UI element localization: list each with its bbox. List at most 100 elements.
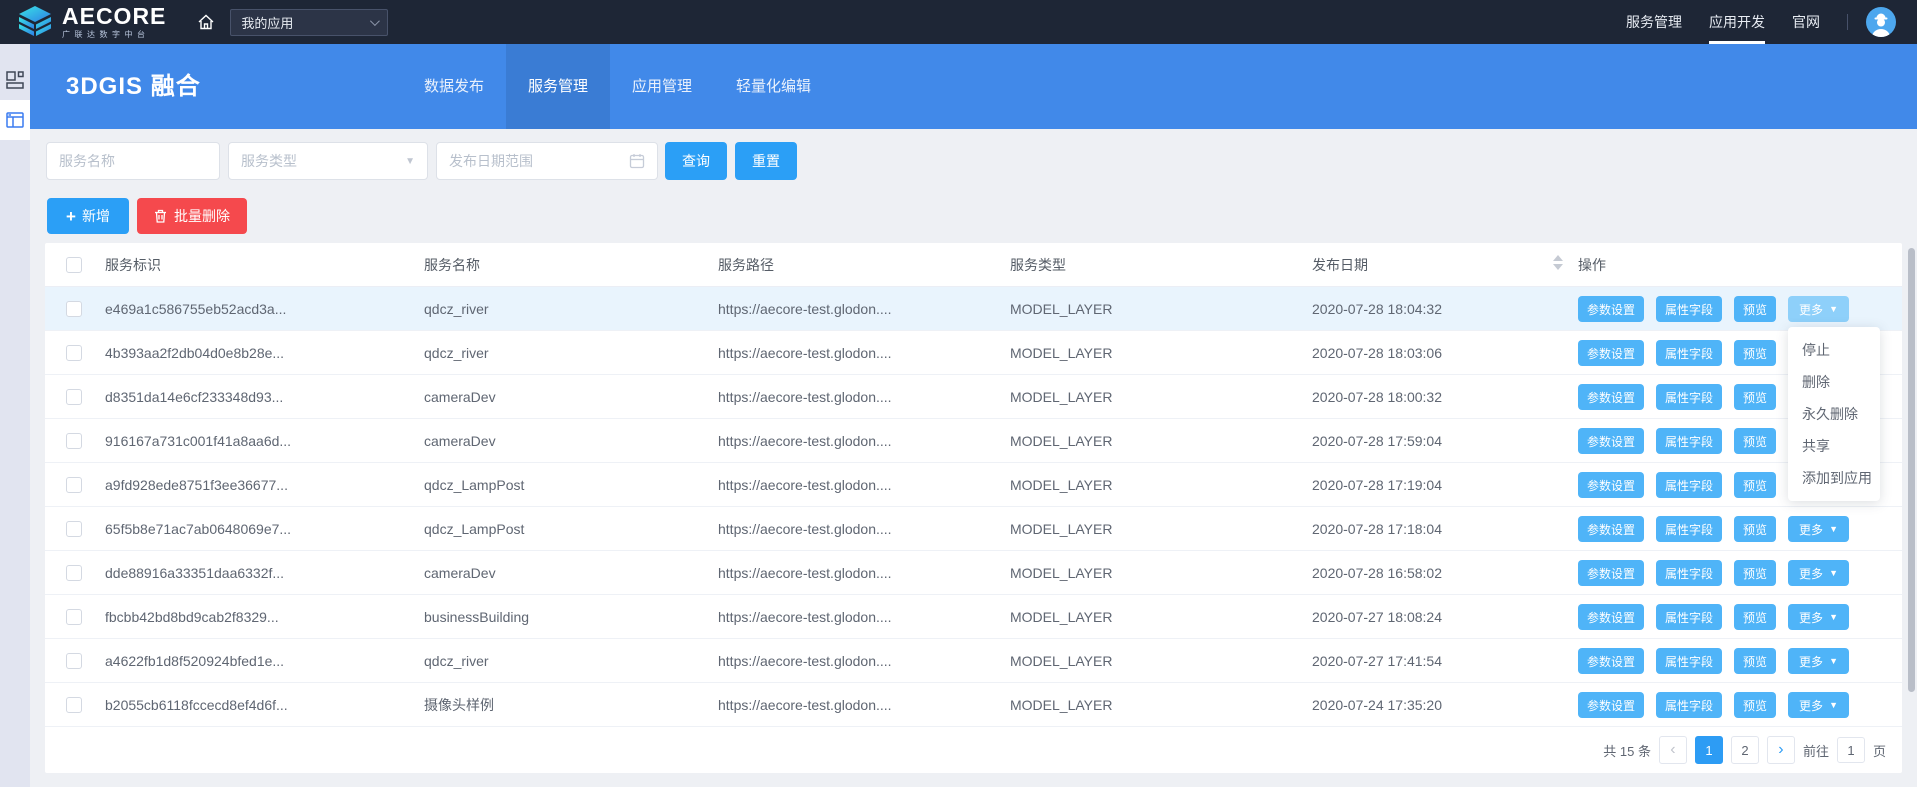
- page-button-2[interactable]: 2: [1731, 736, 1759, 764]
- publish-date-range-picker[interactable]: 发布日期范围: [436, 142, 658, 180]
- topnav-item-service-mgmt[interactable]: 服务管理: [1626, 0, 1682, 44]
- param-settings-button[interactable]: 参数设置: [1578, 340, 1644, 366]
- tab-service-mgmt[interactable]: 服务管理: [506, 44, 610, 129]
- row-checkbox[interactable]: [66, 301, 82, 317]
- table-row[interactable]: b2055cb6118fccecd8ef4d6f... 摄像头样例 https:…: [45, 683, 1902, 727]
- param-settings-button[interactable]: 参数设置: [1578, 648, 1644, 674]
- table-header-row: 服务标识 服务名称 服务路径 服务类型 发布日期 操作: [45, 243, 1902, 287]
- table-row[interactable]: e469a1c586755eb52acd3a... qdcz_river htt…: [45, 287, 1902, 331]
- more-button[interactable]: 更多▼: [1788, 648, 1849, 674]
- row-checkbox[interactable]: [66, 389, 82, 405]
- add-button[interactable]: + 新增: [47, 198, 129, 234]
- attribute-fields-button[interactable]: 属性字段: [1656, 340, 1722, 366]
- attribute-fields-button[interactable]: 属性字段: [1656, 516, 1722, 542]
- param-settings-button[interactable]: 参数设置: [1578, 560, 1644, 586]
- table-row[interactable]: 65f5b8e71ac7ab0648069e7... qdcz_LampPost…: [45, 507, 1902, 551]
- more-menu-item[interactable]: 删除: [1788, 366, 1880, 398]
- more-menu-item[interactable]: 停止: [1788, 334, 1880, 366]
- preview-button[interactable]: 预览: [1734, 604, 1776, 630]
- cell-service-path: https://aecore-test.glodon....: [718, 639, 892, 683]
- attribute-fields-button[interactable]: 属性字段: [1656, 604, 1722, 630]
- sidebar-item-dashboard[interactable]: [0, 60, 30, 100]
- service-name-input[interactable]: [47, 143, 219, 179]
- brand-logo[interactable]: AECORE 广联达数字中台: [16, 5, 166, 39]
- home-icon[interactable]: [196, 12, 216, 32]
- table-window-icon: [6, 112, 24, 128]
- sort-descending-icon: [1553, 264, 1563, 270]
- table-row[interactable]: fbcbb42bd8bd9cab2f8329... businessBuildi…: [45, 595, 1902, 639]
- preview-button[interactable]: 预览: [1734, 472, 1776, 498]
- preview-button[interactable]: 预览: [1734, 692, 1776, 718]
- preview-button[interactable]: 预览: [1734, 560, 1776, 586]
- tab-data-publish[interactable]: 数据发布: [402, 44, 506, 129]
- sidebar-item-service-table[interactable]: [0, 100, 30, 140]
- row-checkbox[interactable]: [66, 477, 82, 493]
- more-button[interactable]: 更多▼: [1788, 560, 1849, 586]
- table-row[interactable]: d8351da14e6cf233348d93... cameraDev http…: [45, 375, 1902, 419]
- attribute-fields-button[interactable]: 属性字段: [1656, 692, 1722, 718]
- table-row[interactable]: a9fd928ede8751f3ee36677... qdcz_LampPost…: [45, 463, 1902, 507]
- attribute-fields-button[interactable]: 属性字段: [1656, 648, 1722, 674]
- preview-button[interactable]: 预览: [1734, 516, 1776, 542]
- service-type-select[interactable]: 服务类型 ▼: [228, 142, 428, 180]
- param-settings-button[interactable]: 参数设置: [1578, 428, 1644, 454]
- row-checkbox[interactable]: [66, 565, 82, 581]
- table-row[interactable]: 4b393aa2f2db04d0e8b28e... qdcz_river htt…: [45, 331, 1902, 375]
- attribute-fields-button[interactable]: 属性字段: [1656, 560, 1722, 586]
- param-settings-button[interactable]: 参数设置: [1578, 384, 1644, 410]
- preview-button[interactable]: 预览: [1734, 340, 1776, 366]
- table-row[interactable]: dde88916a33351daa6332f... cameraDev http…: [45, 551, 1902, 595]
- row-checkbox[interactable]: [66, 521, 82, 537]
- attribute-fields-button[interactable]: 属性字段: [1656, 428, 1722, 454]
- cell-service-path: https://aecore-test.glodon....: [718, 375, 892, 419]
- attribute-fields-button[interactable]: 属性字段: [1656, 296, 1722, 322]
- preview-button[interactable]: 预览: [1734, 428, 1776, 454]
- topnav-item-official-site[interactable]: 官网: [1792, 0, 1820, 44]
- prev-page-button[interactable]: ‹: [1659, 736, 1687, 764]
- select-all-checkbox[interactable]: [66, 257, 82, 273]
- param-settings-button[interactable]: 参数设置: [1578, 472, 1644, 498]
- reset-button[interactable]: 重置: [735, 142, 797, 180]
- column-header-publish-date: 发布日期: [1312, 243, 1368, 287]
- more-button[interactable]: 更多▼: [1788, 296, 1849, 322]
- param-settings-button[interactable]: 参数设置: [1578, 692, 1644, 718]
- row-checkbox[interactable]: [66, 433, 82, 449]
- param-settings-button[interactable]: 参数设置: [1578, 296, 1644, 322]
- attribute-fields-button[interactable]: 属性字段: [1656, 384, 1722, 410]
- preview-button[interactable]: 预览: [1734, 648, 1776, 674]
- next-page-button[interactable]: ›: [1767, 736, 1795, 764]
- table-row[interactable]: 916167a731c001f41a8aa6d... cameraDev htt…: [45, 419, 1902, 463]
- batch-delete-button[interactable]: 批量删除: [137, 198, 247, 234]
- topnav-item-app-dev[interactable]: 应用开发: [1709, 0, 1765, 44]
- preview-button[interactable]: 预览: [1734, 384, 1776, 410]
- param-settings-button[interactable]: 参数设置: [1578, 516, 1644, 542]
- row-checkbox[interactable]: [66, 697, 82, 713]
- service-name-field[interactable]: [46, 142, 220, 180]
- row-checkbox[interactable]: [66, 345, 82, 361]
- service-table: 服务标识 服务名称 服务路径 服务类型 发布日期 操作 e469a1c58675…: [45, 243, 1902, 773]
- tab-app-mgmt[interactable]: 应用管理: [610, 44, 714, 129]
- more-menu-item[interactable]: 永久删除: [1788, 398, 1880, 430]
- row-checkbox[interactable]: [66, 609, 82, 625]
- goto-page-input[interactable]: [1837, 737, 1865, 763]
- more-menu-item[interactable]: 添加到应用: [1788, 462, 1880, 494]
- user-avatar[interactable]: [1866, 7, 1896, 37]
- attribute-fields-button[interactable]: 属性字段: [1656, 472, 1722, 498]
- sort-publish-date-control[interactable]: [1553, 255, 1563, 270]
- more-button[interactable]: 更多▼: [1788, 516, 1849, 542]
- app-scope-select[interactable]: 我的应用: [230, 9, 388, 36]
- cell-service-id: d8351da14e6cf233348d93...: [105, 375, 283, 419]
- search-button[interactable]: 查询: [665, 142, 727, 180]
- param-settings-button[interactable]: 参数设置: [1578, 604, 1644, 630]
- preview-button[interactable]: 预览: [1734, 296, 1776, 322]
- more-button[interactable]: 更多▼: [1788, 692, 1849, 718]
- tab-lightweight-edit[interactable]: 轻量化编辑: [714, 44, 833, 129]
- app-window: AECORE 广联达数字中台 我的应用 服务管理 应用开发 官网: [0, 0, 1917, 787]
- more-button[interactable]: 更多▼: [1788, 604, 1849, 630]
- row-checkbox[interactable]: [66, 653, 82, 669]
- vertical-scrollbar-thumb[interactable]: [1908, 248, 1915, 692]
- table-row[interactable]: a4622fb1d8f520924bfed1e... qdcz_river ht…: [45, 639, 1902, 683]
- page-button-1[interactable]: 1: [1695, 736, 1723, 764]
- more-menu-item[interactable]: 共享: [1788, 430, 1880, 462]
- calendar-icon: [629, 153, 645, 169]
